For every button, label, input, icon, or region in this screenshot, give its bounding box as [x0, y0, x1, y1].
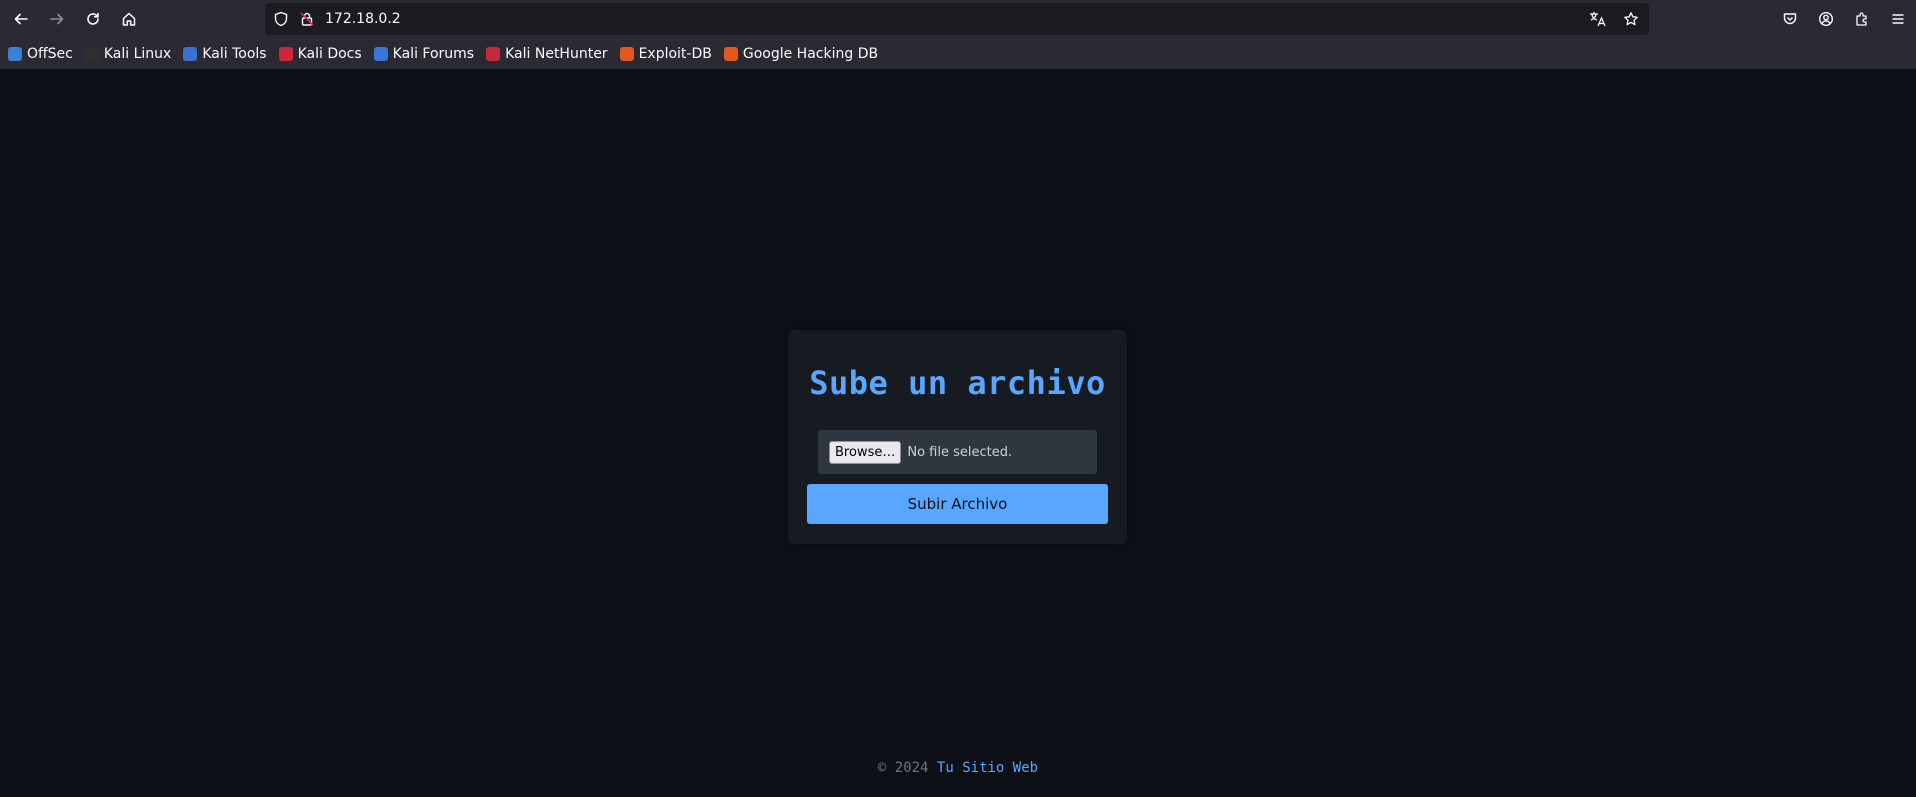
- bookmark-offsec[interactable]: OffSec: [8, 42, 73, 66]
- bookmark-label: OffSec: [27, 45, 73, 62]
- footer: © 2024 Tu Sitio Web: [0, 760, 1916, 776]
- bookmark-label: Kali Docs: [297, 45, 362, 62]
- home-icon[interactable]: [111, 0, 147, 38]
- bookmark-label: Kali NetHunter: [505, 45, 608, 62]
- bookmark-label: Google Hacking DB: [742, 45, 879, 62]
- exploit-db-icon: [619, 46, 634, 61]
- kali-docs-icon: [278, 46, 293, 61]
- back-icon[interactable]: [3, 0, 39, 38]
- browser-toolbar: 172.18.0.2: [0, 0, 1916, 38]
- page-body: Sube un archivo Browse… No file selected…: [0, 70, 1916, 797]
- upload-submit-button[interactable]: Subir Archivo: [807, 484, 1108, 524]
- account-icon[interactable]: [1816, 9, 1836, 29]
- file-input[interactable]: Browse… No file selected.: [818, 430, 1097, 474]
- extensions-icon[interactable]: [1852, 9, 1872, 29]
- bookmark-label: Kali Forums: [392, 45, 475, 62]
- google-hacking-db-icon: [723, 46, 738, 61]
- lock-insecure-icon[interactable]: [299, 11, 315, 27]
- bookmark-kali-docs[interactable]: Kali Docs: [278, 42, 362, 66]
- browse-button[interactable]: Browse…: [829, 440, 902, 464]
- offsec-icon: [8, 46, 22, 61]
- bookmark-label: Kali Linux: [103, 45, 172, 62]
- translate-icon[interactable]: [1587, 9, 1607, 29]
- bookmark-kali-linux[interactable]: Kali Linux: [84, 42, 172, 66]
- bookmark-star-icon[interactable]: [1621, 9, 1641, 29]
- bookmarks-bar: OffSec Kali Linux Kali Tools Kali Docs K…: [0, 38, 1916, 70]
- url-bar[interactable]: 172.18.0.2: [265, 3, 1649, 35]
- kali-forums-icon: [373, 46, 388, 61]
- forward-icon[interactable]: [39, 0, 75, 38]
- pocket-icon[interactable]: [1780, 9, 1800, 29]
- bookmark-kali-nethunter[interactable]: Kali NetHunter: [486, 42, 608, 66]
- url-text[interactable]: 172.18.0.2: [325, 11, 401, 27]
- upload-card: Sube un archivo Browse… No file selected…: [788, 330, 1127, 544]
- bookmark-google-hacking-db[interactable]: Google Hacking DB: [723, 42, 879, 66]
- page-title: Sube un archivo: [809, 364, 1106, 402]
- kali-nethunter-icon: [486, 46, 501, 61]
- menu-icon[interactable]: [1888, 9, 1908, 29]
- bookmark-exploit-db[interactable]: Exploit-DB: [619, 42, 712, 66]
- bookmark-label: Exploit-DB: [638, 45, 712, 62]
- shield-icon[interactable]: [273, 11, 289, 27]
- footer-copyright: © 2024: [877, 760, 929, 776]
- kali-dragon-icon: [84, 46, 99, 61]
- file-status-text: No file selected.: [907, 444, 1013, 460]
- bookmark-kali-tools[interactable]: Kali Tools: [183, 42, 267, 66]
- bookmark-label: Kali Tools: [202, 45, 267, 62]
- bookmark-kali-forums[interactable]: Kali Forums: [373, 42, 475, 66]
- kali-tools-icon: [183, 46, 198, 61]
- footer-site-name: Tu Sitio Web: [936, 760, 1039, 776]
- reload-icon[interactable]: [75, 0, 111, 38]
